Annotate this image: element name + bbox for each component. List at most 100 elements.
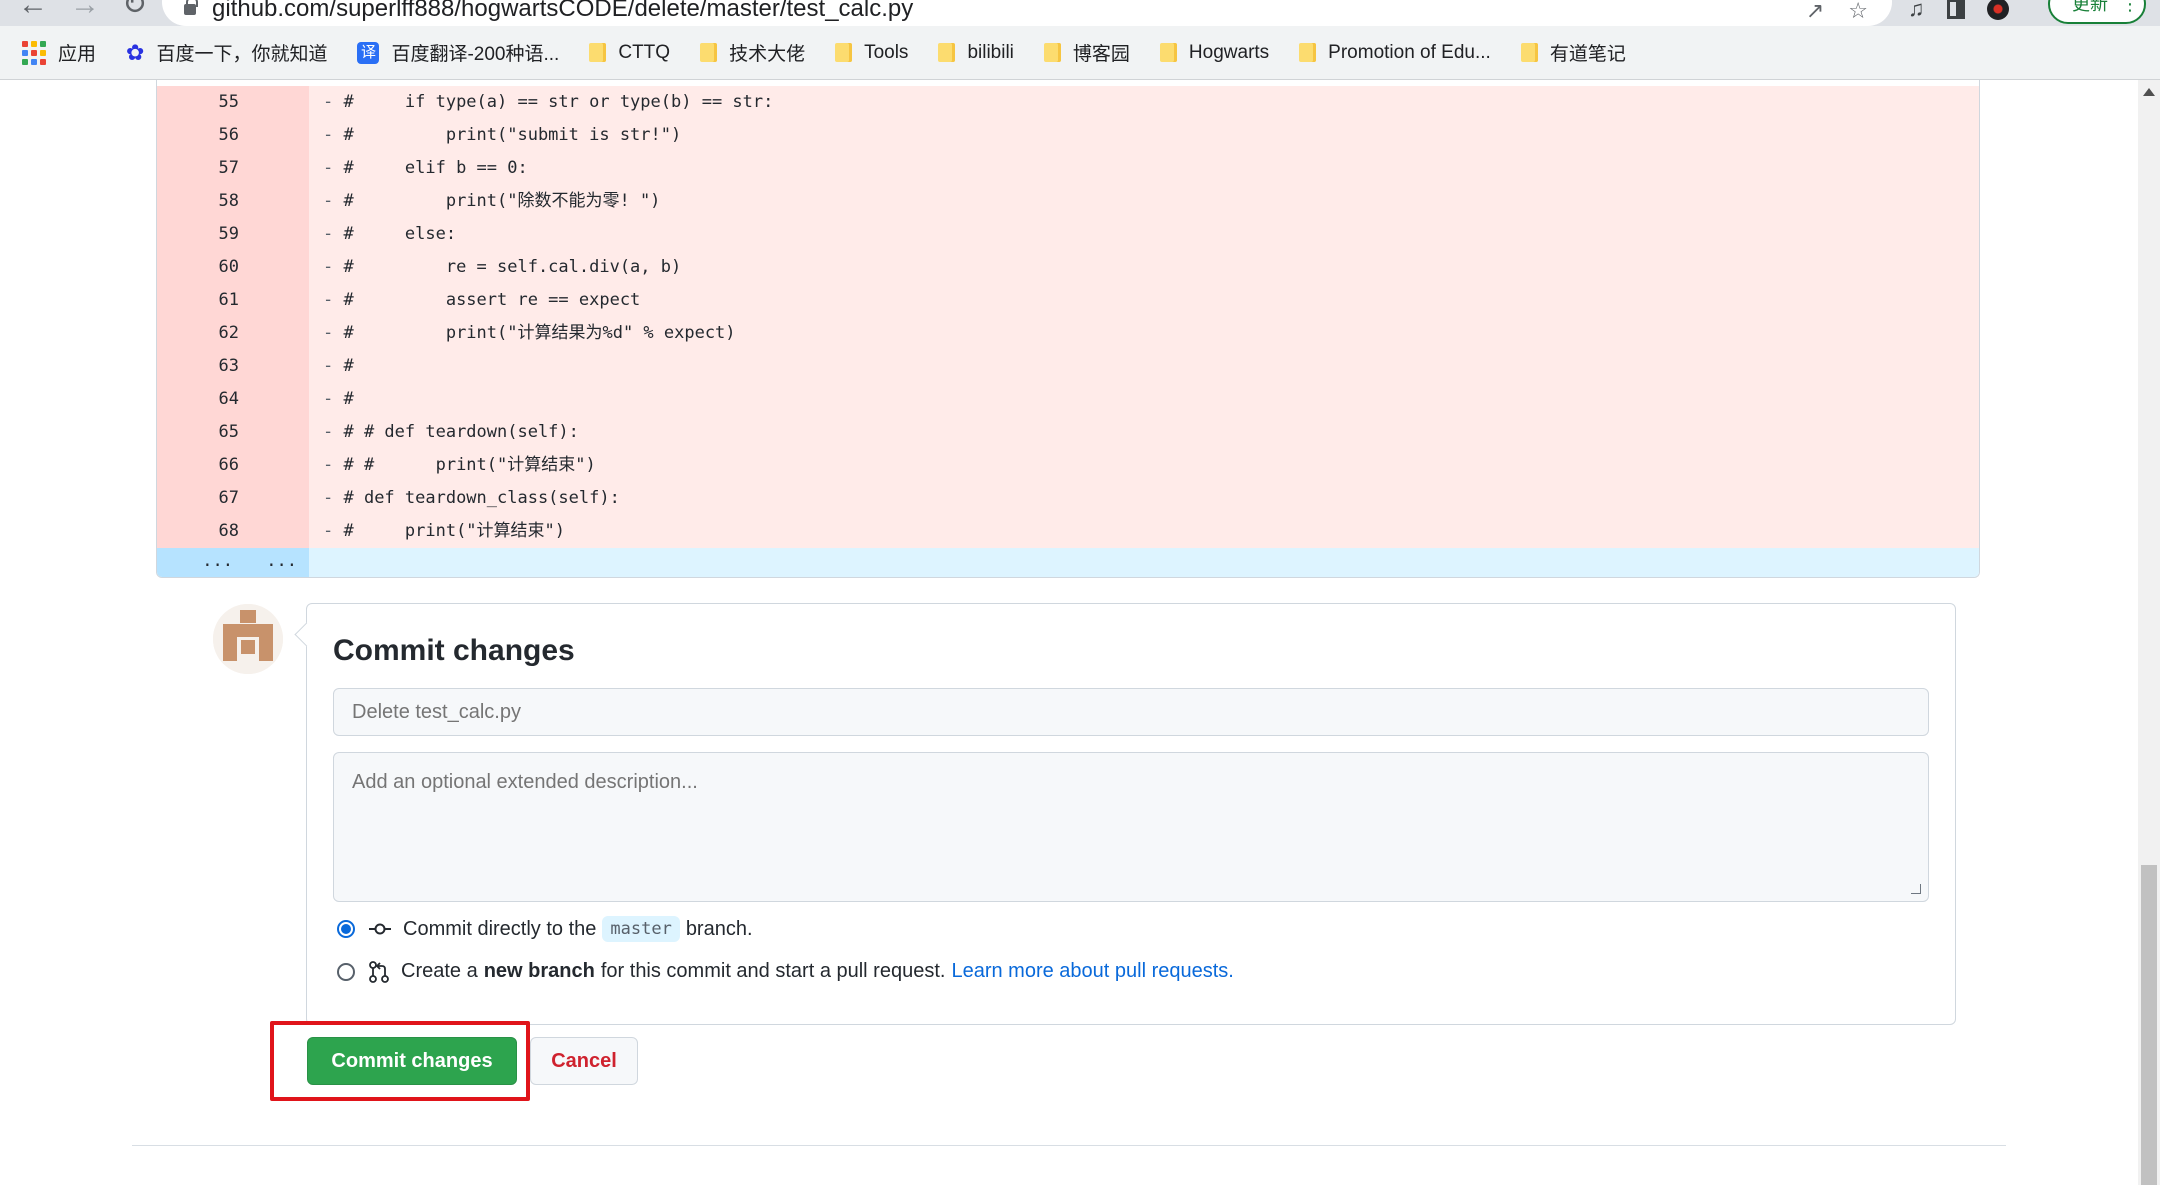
profile-avatar-icon[interactable]	[1986, 0, 2009, 20]
line-number[interactable]: 55	[157, 86, 257, 119]
folder-icon	[835, 43, 853, 62]
url-text[interactable]: github.com/superlff888/hogwartsCODE/dele…	[212, 0, 913, 22]
line-number[interactable]: 60	[157, 251, 257, 284]
omnibox[interactable]: github.com/superlff888/hogwartsCODE/dele…	[162, 0, 1892, 26]
diff-line: 59 - # else:	[157, 218, 1979, 251]
side-panel-icon[interactable]	[1946, 0, 1965, 19]
option-new-branch-suffix: for this commit and start a pull request…	[600, 960, 946, 982]
code-line: - # assert re == expect	[309, 284, 1979, 317]
page-scrollbar[interactable]	[2138, 80, 2160, 1185]
learn-more-pull-requests-link[interactable]: Learn more about pull requests.	[951, 960, 1233, 983]
share-icon[interactable]: ↗	[1806, 0, 1824, 24]
radio-commit-direct[interactable]	[337, 920, 355, 938]
user-avatar[interactable]	[213, 604, 283, 674]
bookmark-folder-tech[interactable]: 技术大佬	[700, 39, 805, 66]
bookmark-baidu[interactable]: ✿ 百度一下，你就知道	[126, 39, 327, 66]
bookmark-folder-bilibili[interactable]: bilibili	[938, 41, 1014, 64]
option-direct-prefix: Commit directly to the	[403, 917, 597, 940]
baidu-translate-icon: 译	[357, 41, 380, 64]
diff-line: 60 - # re = self.cal.div(a, b)	[157, 251, 1979, 284]
browser-toolbar-right: ♫	[1908, 0, 2009, 22]
diff-line: 65 - # # def teardown(self):	[157, 416, 1979, 449]
code-line: - # print("计算结束")	[309, 515, 1979, 548]
line-number[interactable]: 61	[157, 284, 257, 317]
bookmark-apps[interactable]: 应用	[22, 39, 96, 66]
bookmark-baidu-translate[interactable]: 译 百度翻译-200种语...	[357, 39, 559, 66]
diff-line: 55 - # if type(a) == str or type(b) == s…	[157, 86, 1979, 119]
line-number[interactable]: 68	[157, 515, 257, 548]
baidu-paw-icon: ✿	[126, 39, 145, 65]
cancel-button[interactable]: Cancel	[530, 1037, 638, 1085]
diff-line: 66 - # # print("计算结束")	[157, 449, 1979, 482]
forward-arrow-icon[interactable]: →	[70, 0, 100, 20]
bookmark-folder-promotion[interactable]: Promotion of Edu...	[1299, 42, 1491, 64]
bookmark-label: 百度翻译-200种语...	[391, 44, 560, 65]
scrollbar-thumb[interactable]	[2141, 865, 2157, 1185]
diff-line: 64 - #	[157, 383, 1979, 416]
media-control-icon[interactable]: ♫	[1908, 0, 1925, 22]
bookmark-folder-cnblogs[interactable]: 博客园	[1043, 39, 1130, 66]
diff-line: 61 - # assert re == expect	[157, 284, 1979, 317]
code-line: - # # print("计算结束")	[309, 449, 1979, 482]
navigation-buttons: ← → ↻	[18, 0, 147, 20]
bookmarks-bar: 应用 ✿ 百度一下，你就知道 译 百度翻译-200种语... CTTQ 技术大佬…	[0, 26, 2160, 80]
code-line: - # # def teardown(self):	[309, 416, 1979, 449]
address-bar-area: ← → ↻ github.com/superlff888/hogwartsCOD…	[0, 0, 2160, 26]
line-number[interactable]: 65	[157, 416, 257, 449]
back-arrow-icon[interactable]: ←	[18, 0, 48, 20]
branch-name-badge: master	[602, 916, 680, 942]
commit-summary-input[interactable]	[333, 688, 1929, 736]
lock-icon[interactable]	[184, 0, 198, 15]
diff-line: 56 - # print("submit is str!")	[157, 119, 1979, 152]
bookmark-label: bilibili	[967, 41, 1014, 63]
line-number[interactable]: 59	[157, 218, 257, 251]
code-line: - # if type(a) == str or type(b) == str:	[309, 86, 1979, 119]
line-number[interactable]: 66	[157, 449, 257, 482]
option-direct-suffix: branch.	[685, 917, 753, 940]
option-new-branch-prefix: Create a	[401, 960, 478, 982]
option-new-branch[interactable]: Create a new branch for this commit and …	[337, 960, 1234, 983]
line-number[interactable]: 67	[157, 482, 257, 515]
bookmark-folder-tools[interactable]: Tools	[835, 42, 908, 64]
git-pull-request-icon	[369, 960, 389, 983]
code-line: - #	[309, 383, 1979, 416]
line-number[interactable]: 63	[157, 350, 257, 383]
annotation-highlight-box	[270, 1021, 530, 1101]
bookmark-folder-hogwarts[interactable]: Hogwarts	[1159, 41, 1270, 64]
folder-icon	[700, 43, 718, 62]
reload-icon[interactable]: ↻	[122, 0, 147, 20]
bookmark-label: 博客园	[1072, 44, 1130, 65]
star-bookmark-icon[interactable]: ☆	[1848, 0, 1868, 24]
bookmark-folder-youdao[interactable]: 有道笔记	[1520, 39, 1626, 66]
omnibox-actions: ↗ ☆	[1806, 0, 1868, 24]
update-label: 更新	[2072, 0, 2108, 14]
update-button[interactable]: 更新 ⋮	[2048, 0, 2146, 24]
scroll-up-arrow-icon[interactable]	[2143, 88, 2155, 96]
folder-icon	[938, 43, 956, 62]
radio-new-branch[interactable]	[337, 962, 355, 981]
expand-right-dots[interactable]: ...	[233, 548, 297, 577]
option-commit-direct[interactable]: Commit directly to the master branch.	[337, 916, 753, 942]
folder-icon	[1159, 43, 1177, 62]
bookmark-label: Tools	[864, 41, 909, 63]
textarea-resize-handle[interactable]	[1911, 884, 1921, 894]
bookmark-folder-cttq[interactable]: CTTQ	[589, 42, 670, 64]
bookmark-label: 应用	[58, 44, 97, 65]
folder-icon	[1520, 43, 1538, 62]
commit-form: Commit changes Commit directly to the ma…	[306, 603, 1956, 1025]
bookmark-label: 有道笔记	[1549, 44, 1626, 65]
line-number[interactable]: 56	[157, 119, 257, 152]
line-number[interactable]: 62	[157, 317, 257, 350]
code-line: - #	[309, 350, 1979, 383]
line-number[interactable]: 57	[157, 152, 257, 185]
diff-expand-row[interactable]: ... ...	[157, 548, 1979, 577]
line-number[interactable]: 58	[157, 185, 257, 218]
folder-icon	[1043, 43, 1061, 62]
commit-description-textarea[interactable]	[333, 752, 1929, 902]
bookmark-label: Hogwarts	[1188, 41, 1270, 63]
line-number[interactable]: 64	[157, 383, 257, 416]
diff-line: 62 - # print("计算结果为%d" % expect)	[157, 317, 1979, 350]
diff-line: 58 - # print("除数不能为零! ")	[157, 185, 1979, 218]
expand-left-dots[interactable]: ...	[157, 548, 233, 577]
menu-dots-icon: ⋮	[2121, 0, 2140, 14]
